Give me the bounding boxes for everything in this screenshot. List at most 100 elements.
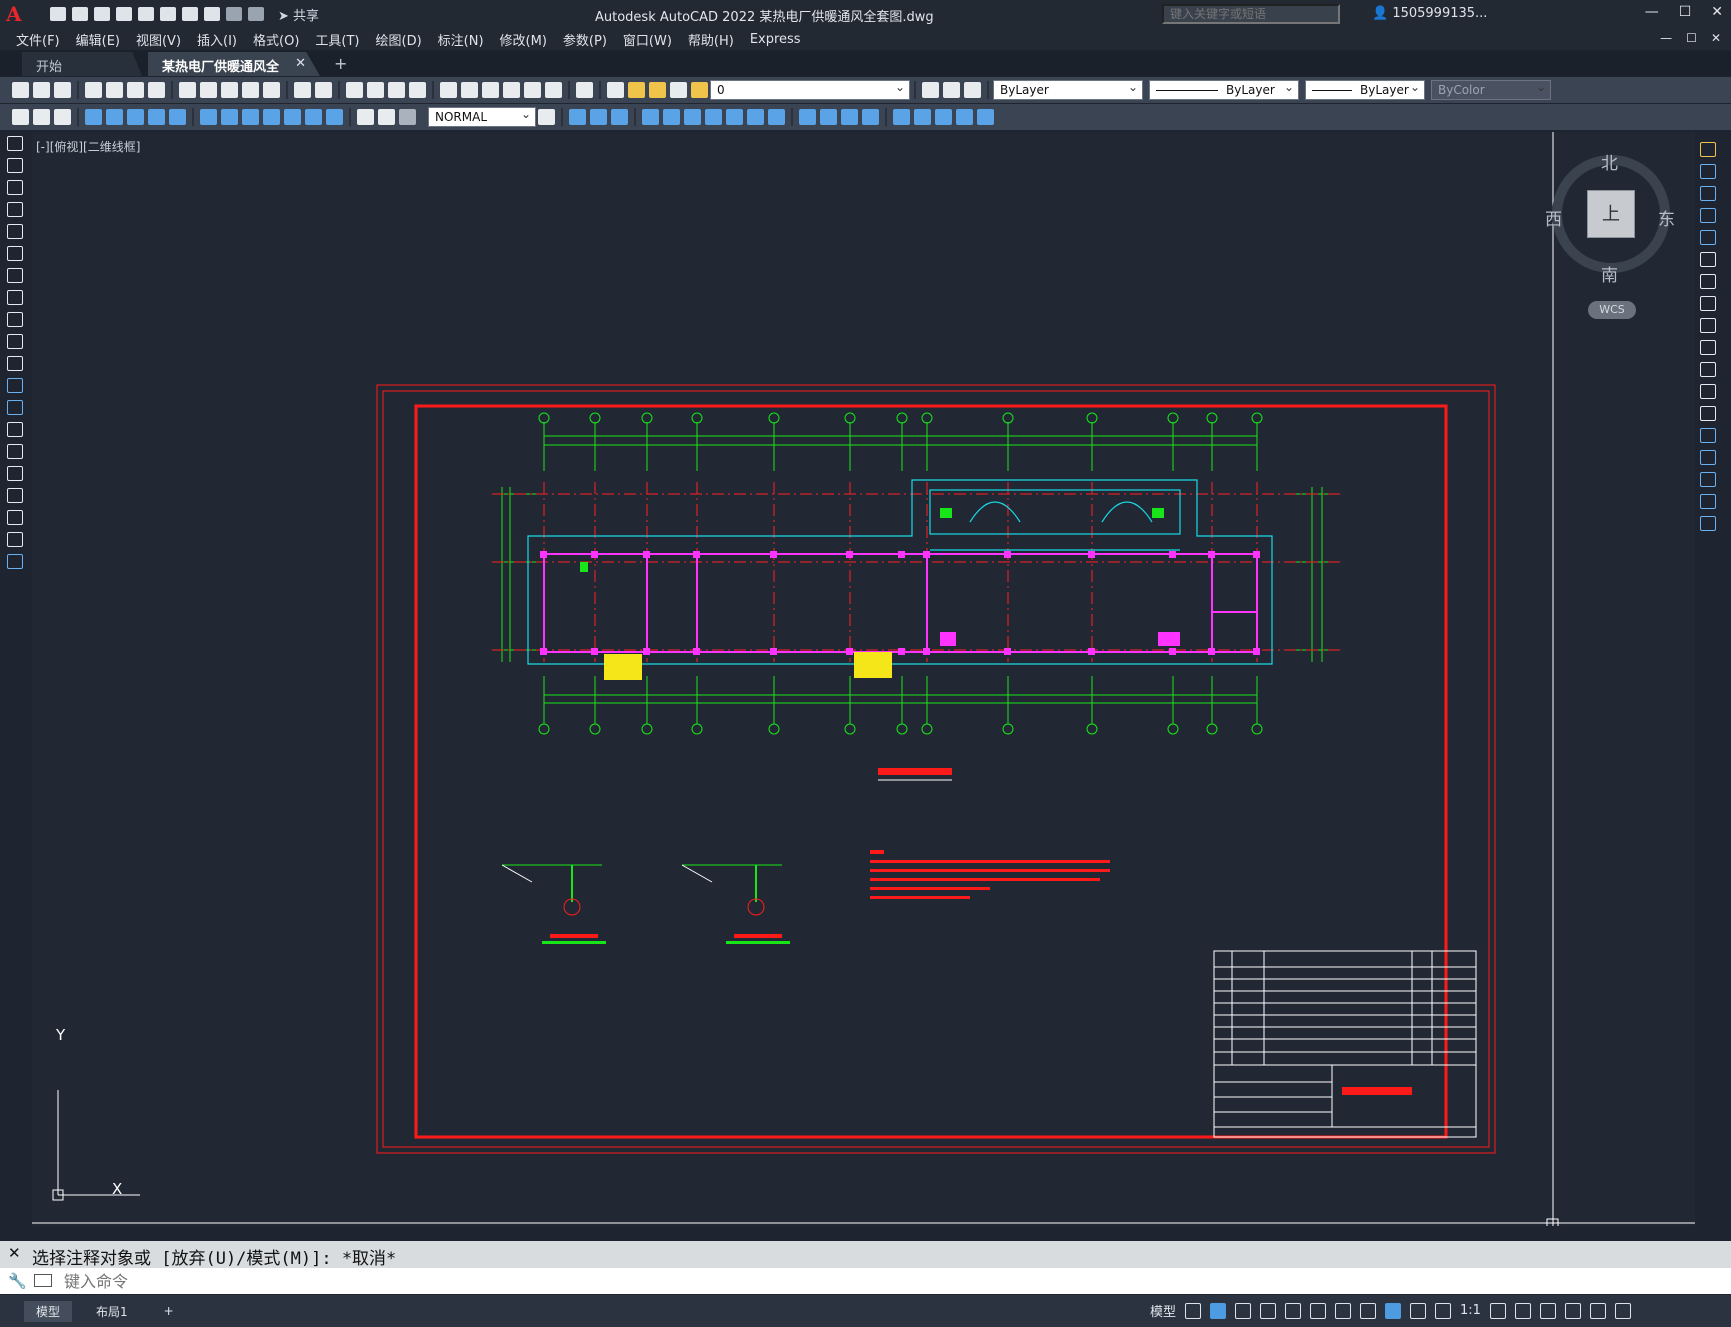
layer-previous-icon[interactable] (943, 82, 960, 98)
ortho-icon[interactable] (1235, 1302, 1252, 1319)
mirror-icon[interactable] (590, 109, 607, 125)
autocad-logo[interactable]: A (6, 3, 32, 25)
polar-icon[interactable] (1260, 1302, 1277, 1319)
make-current-icon[interactable] (922, 82, 939, 98)
menu-draw[interactable]: 绘图(D) (376, 30, 434, 49)
save-icon[interactable] (54, 82, 71, 98)
explode-object-icon[interactable] (1700, 516, 1716, 531)
sheet-set-icon[interactable] (503, 82, 520, 98)
menu-dimension[interactable]: 标注(N) (438, 30, 496, 49)
design-center-icon[interactable] (461, 82, 478, 98)
polyline-icon[interactable] (7, 180, 23, 195)
center-mark-icon[interactable] (284, 109, 301, 125)
share-button[interactable]: ➤ 共享 (278, 5, 319, 24)
jogged-linear-icon[interactable] (326, 109, 343, 125)
array-object-icon[interactable] (1700, 230, 1716, 245)
command-input[interactable] (64, 1270, 1664, 1292)
plot-icon[interactable] (85, 82, 102, 98)
construction-line-icon[interactable] (7, 158, 23, 173)
layer-states-icon[interactable] (964, 82, 981, 98)
move-icon[interactable] (642, 109, 659, 125)
doc-minimize-button[interactable]: — (1660, 31, 1672, 45)
doc-restore-button[interactable]: ☐ (1686, 31, 1697, 45)
dim-update-icon[interactable] (399, 109, 416, 125)
stretch-object-icon[interactable] (1700, 318, 1716, 333)
quick-dim-icon[interactable] (200, 109, 217, 125)
array-icon[interactable] (893, 109, 910, 125)
lineweight-dropdown[interactable]: ByLayer (1305, 80, 1425, 100)
undo-icon[interactable] (294, 82, 311, 98)
open-file-icon[interactable] (72, 7, 88, 21)
blend-curves-icon[interactable] (1700, 494, 1716, 509)
tab-close-icon[interactable]: ✕ (295, 56, 306, 72)
menu-help[interactable]: 帮助(H) (688, 30, 746, 49)
new-tab-button[interactable]: + (334, 52, 347, 76)
add-selected-icon[interactable] (7, 554, 23, 569)
isodraft-icon[interactable] (1310, 1302, 1327, 1319)
drawing-canvas[interactable]: Y X (32, 132, 1695, 1231)
menu-view[interactable]: 视图(V) (136, 30, 193, 49)
arc-icon[interactable] (7, 246, 23, 261)
open-icon[interactable] (33, 82, 50, 98)
dim-diameter-icon[interactable] (169, 109, 186, 125)
polygon-icon[interactable] (7, 202, 23, 217)
scale-object-icon[interactable] (1700, 296, 1716, 311)
region-icon[interactable] (7, 488, 23, 503)
plot-icon[interactable] (182, 7, 198, 21)
doc-close-button[interactable]: ✕ (1711, 31, 1721, 45)
copy-icon[interactable] (200, 82, 217, 98)
rotate-icon[interactable] (663, 109, 680, 125)
erase-icon[interactable] (1700, 142, 1716, 157)
viewport-controls[interactable]: [-][俯视][二维线框] (36, 138, 140, 155)
dim-text-edit-icon[interactable] (378, 109, 395, 125)
viewcube-top-face[interactable]: 上 (1587, 190, 1635, 238)
copy-modify-icon[interactable] (569, 109, 586, 125)
join-icon[interactable] (799, 109, 816, 125)
recent-commands-icon[interactable] (34, 1274, 52, 1287)
save-web-icon[interactable] (160, 7, 176, 21)
annotation-monitor-icon[interactable] (1514, 1302, 1531, 1319)
customization-menu-icon[interactable] (1614, 1302, 1631, 1319)
copy-object-icon[interactable] (1700, 164, 1716, 179)
wcs-menu[interactable]: WCS (1588, 301, 1636, 319)
dim-aligned-icon[interactable] (33, 109, 50, 125)
group-icon[interactable] (956, 109, 973, 125)
color-dropdown[interactable]: ByLayer (993, 80, 1143, 100)
plot-preview-icon[interactable] (106, 82, 123, 98)
menu-tools[interactable]: 工具(T) (315, 30, 371, 49)
ellipse-arc-icon[interactable] (7, 356, 23, 371)
zoom-realtime-icon[interactable] (367, 82, 384, 98)
command-close-icon[interactable]: ✕ (8, 1244, 21, 1262)
compass-south[interactable]: 南 (1601, 261, 1618, 286)
break-icon[interactable] (768, 109, 785, 125)
dim-space-icon[interactable] (221, 109, 238, 125)
search-input[interactable] (1162, 4, 1340, 24)
dim-continue-icon[interactable] (106, 109, 123, 125)
save-as-icon[interactable] (116, 7, 132, 21)
zoom-previous-icon[interactable] (409, 82, 426, 98)
menu-express[interactable]: Express (750, 32, 813, 47)
align-icon[interactable] (914, 109, 931, 125)
circle-icon[interactable] (7, 268, 23, 283)
menu-format[interactable]: 格式(O) (253, 30, 311, 49)
units-icon[interactable] (1539, 1302, 1556, 1319)
fullscreen-icon[interactable] (1589, 1302, 1606, 1319)
dim-style-icon[interactable] (538, 109, 555, 125)
open-web-icon[interactable] (138, 7, 154, 21)
menu-window[interactable]: 窗口(W) (623, 30, 684, 49)
insert-block-icon[interactable] (7, 378, 23, 393)
close-button[interactable]: ✕ (1711, 4, 1723, 20)
text-style-dropdown[interactable]: NORMAL (428, 107, 536, 127)
new-file-icon[interactable] (50, 7, 66, 21)
redo-icon[interactable] (315, 82, 332, 98)
ungroup-icon[interactable] (977, 109, 994, 125)
revision-cloud-icon[interactable] (7, 290, 23, 305)
table-icon[interactable] (7, 510, 23, 525)
trim-icon[interactable] (726, 109, 743, 125)
zoom-window-icon[interactable] (388, 82, 405, 98)
dim-edit-icon[interactable] (357, 109, 374, 125)
tab-start[interactable]: 开始 (22, 52, 142, 76)
customize-dropdown-icon[interactable] (248, 7, 264, 21)
snap-icon[interactable] (1210, 1302, 1227, 1319)
publish-icon[interactable] (127, 82, 144, 98)
